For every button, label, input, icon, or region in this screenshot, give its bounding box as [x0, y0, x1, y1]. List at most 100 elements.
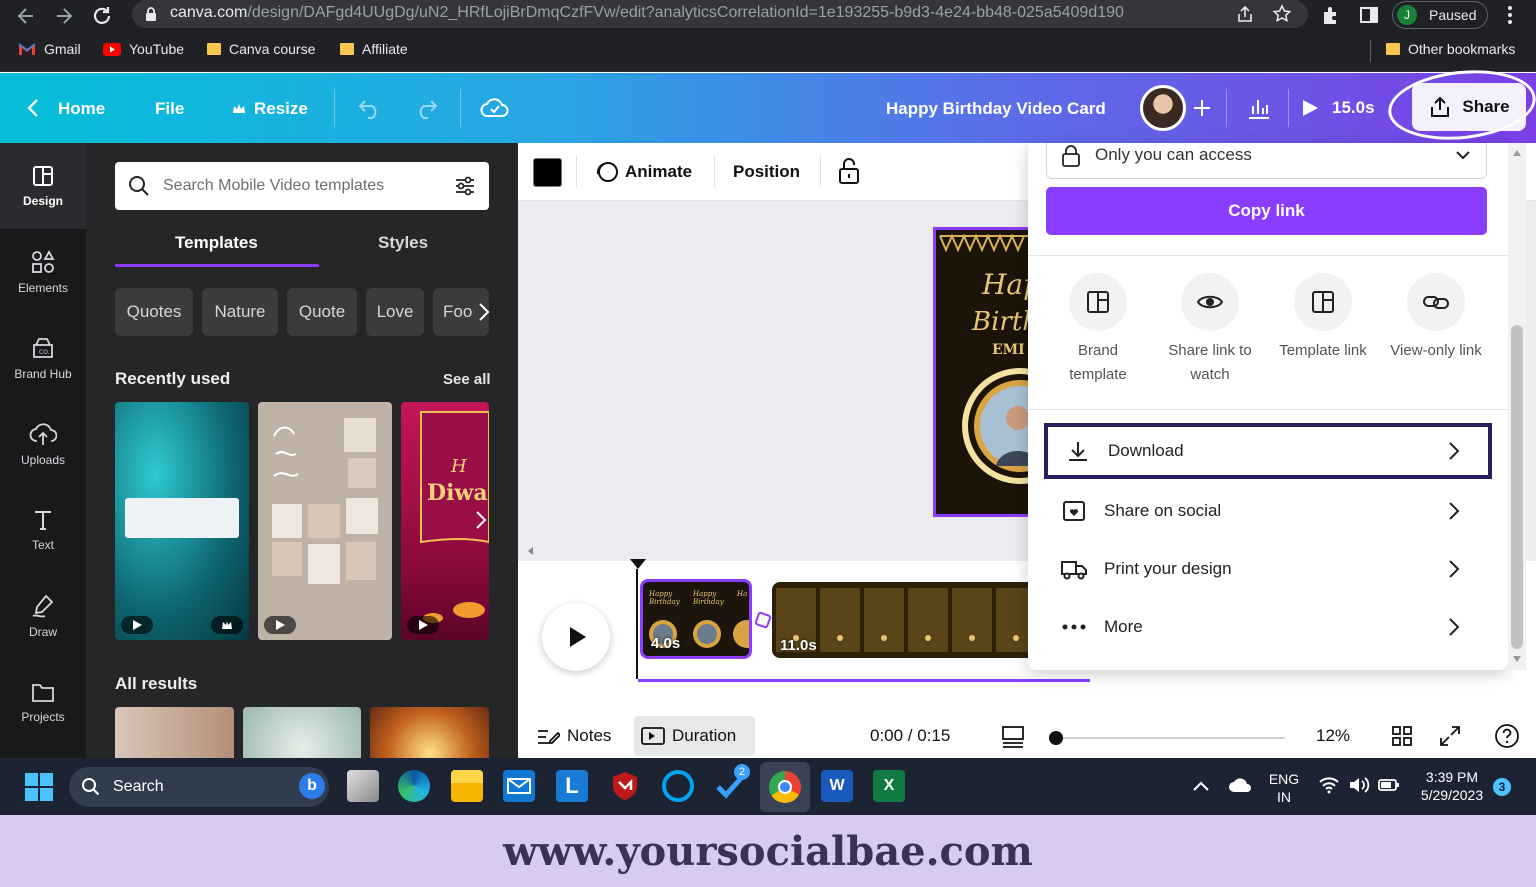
tab-styles[interactable]: Styles: [378, 233, 428, 253]
template-search-input[interactable]: Search Mobile Video templates: [115, 162, 489, 210]
fullscreen-icon[interactable]: [1438, 724, 1462, 748]
insights-chart-icon[interactable]: [1246, 96, 1272, 120]
dropdown-scrollbar[interactable]: [1508, 143, 1526, 670]
option-template-link[interactable]: Template link: [1263, 273, 1383, 363]
resize-button[interactable]: Resize: [254, 99, 308, 119]
canvas-scrollbar[interactable]: [526, 547, 1026, 555]
windows-start-icon[interactable]: [24, 772, 54, 802]
extensions-puzzle-icon[interactable]: [1320, 4, 1342, 26]
rail-brand-hub[interactable]: CO. Brand Hub: [0, 315, 86, 401]
zoom-slider-thumb[interactable]: [1049, 731, 1063, 745]
redo-icon[interactable]: [412, 97, 440, 119]
scroll-up-arrow-icon[interactable]: [1512, 149, 1522, 157]
home-button[interactable]: Home: [58, 99, 105, 119]
timeline-play-button[interactable]: [542, 603, 610, 671]
show-hidden-icons-chevron[interactable]: [1192, 780, 1210, 792]
scroll-thumb[interactable]: [1511, 325, 1523, 649]
mcafee-shield-icon[interactable]: [609, 770, 641, 802]
rail-draw[interactable]: Draw: [0, 573, 86, 659]
result-template-thumbnail[interactable]: [243, 707, 361, 758]
back-arrow-icon[interactable]: [14, 4, 38, 28]
undo-icon[interactable]: [356, 97, 384, 119]
forward-arrow-icon[interactable]: [52, 4, 76, 28]
chips-next-chevron-icon[interactable]: [476, 302, 490, 322]
carousel-next-chevron-icon[interactable]: [473, 510, 487, 530]
more-row[interactable]: More: [1044, 599, 1492, 655]
design-title[interactable]: Happy Birthday Video Card: [886, 99, 1106, 119]
present-play-button[interactable]: 15.0s: [1300, 89, 1390, 127]
duration-button[interactable]: Duration: [634, 716, 755, 756]
audio-track-bar[interactable]: [638, 679, 1090, 682]
chip-quote[interactable]: Quote: [287, 288, 357, 336]
edge-browser-icon[interactable]: [398, 770, 430, 802]
onedrive-cloud-icon[interactable]: [1228, 778, 1252, 794]
scroll-down-arrow-icon[interactable]: [1512, 655, 1522, 663]
chevron-left-icon[interactable]: [26, 98, 40, 118]
bookmark-gmail[interactable]: Gmail: [18, 41, 81, 57]
recent-template-thumbnail[interactable]: [115, 402, 249, 640]
color-swatch[interactable]: [533, 158, 562, 187]
lightshot-icon[interactable]: L: [556, 770, 588, 802]
browser-menu-icon[interactable]: [1500, 4, 1520, 26]
cortana-ring-icon[interactable]: [662, 770, 694, 802]
rail-uploads[interactable]: Uploads: [0, 401, 86, 487]
design-canvas-page[interactable]: Hap Birth EMI: [933, 227, 1043, 517]
add-collaborator-icon[interactable]: [1192, 98, 1212, 118]
reload-icon[interactable]: [90, 4, 114, 28]
rail-elements[interactable]: Elements: [0, 229, 86, 315]
access-level-select[interactable]: Only you can access: [1046, 143, 1487, 179]
chrome-icon[interactable]: [769, 771, 801, 803]
transition-icon[interactable]: [754, 611, 774, 629]
todo-check-icon[interactable]: 2: [714, 764, 750, 802]
profile-chip[interactable]: J Paused: [1392, 1, 1488, 29]
position-button[interactable]: Position: [733, 162, 800, 182]
grid-view-icon[interactable]: [1390, 724, 1414, 748]
file-menu[interactable]: File: [155, 99, 184, 119]
timeline-clip[interactable]: 11.0s: [772, 582, 1032, 658]
taskbar-search[interactable]: Search b: [69, 767, 329, 807]
page-view-icon[interactable]: [1000, 723, 1026, 749]
bookmark-youtube[interactable]: YouTube: [103, 41, 184, 57]
side-panel-icon[interactable]: [1358, 4, 1380, 26]
zoom-percent[interactable]: 12%: [1316, 726, 1350, 746]
timeline-clip-selected[interactable]: Happy Birthday Happy Birthday Ha 4.0s: [640, 579, 752, 659]
battery-icon[interactable]: [1378, 778, 1400, 792]
recent-template-thumbnail[interactable]: H Diwa: [401, 402, 489, 640]
mail-icon[interactable]: [503, 770, 535, 802]
language-indicator[interactable]: ENG IN: [1264, 770, 1304, 806]
rail-projects[interactable]: Projects: [0, 659, 86, 745]
result-template-thumbnail[interactable]: [115, 707, 234, 758]
playhead-marker-icon[interactable]: [629, 557, 647, 569]
animate-button[interactable]: Animate: [625, 162, 692, 182]
bookmark-canva-course[interactable]: Canva course: [207, 41, 315, 57]
notification-count-badge[interactable]: 3: [1493, 778, 1511, 796]
help-question-icon[interactable]: [1494, 723, 1520, 749]
download-row[interactable]: Download: [1044, 423, 1492, 479]
rail-text[interactable]: Text: [0, 487, 86, 573]
chip-nature[interactable]: Nature: [202, 288, 278, 336]
share-page-icon[interactable]: [1235, 4, 1255, 24]
recent-template-thumbnail[interactable]: [258, 402, 392, 640]
task-view-icon[interactable]: [347, 770, 379, 802]
unlock-icon[interactable]: [837, 157, 861, 185]
bookmark-affiliate[interactable]: Affiliate: [340, 41, 408, 57]
word-icon[interactable]: W: [821, 770, 853, 802]
notes-button[interactable]: Notes: [567, 726, 611, 746]
rail-design[interactable]: Design: [0, 143, 86, 229]
address-bar[interactable]: canva.com/design/DAFgd4UUgDg/uN2_HRfLoji…: [132, 0, 1308, 28]
excel-icon[interactable]: X: [873, 770, 905, 802]
filter-sliders-icon[interactable]: [453, 174, 477, 198]
chip-love[interactable]: Love: [366, 288, 424, 336]
cloud-saved-icon[interactable]: [480, 95, 510, 121]
zoom-slider-track[interactable]: [1056, 737, 1285, 739]
volume-icon[interactable]: [1348, 776, 1370, 794]
chip-quotes[interactable]: Quotes: [115, 288, 193, 336]
bing-icon[interactable]: b: [299, 773, 325, 799]
tab-templates[interactable]: Templates: [175, 233, 258, 253]
result-template-thumbnail[interactable]: [370, 707, 489, 758]
clock[interactable]: 3:39 PM 5/29/2023: [1410, 768, 1494, 804]
see-all-link[interactable]: See all: [443, 371, 491, 388]
option-view-only-link[interactable]: View-only link: [1376, 273, 1496, 363]
collaborator-avatar[interactable]: [1140, 85, 1186, 131]
bookmark-other[interactable]: Other bookmarks: [1386, 41, 1515, 57]
